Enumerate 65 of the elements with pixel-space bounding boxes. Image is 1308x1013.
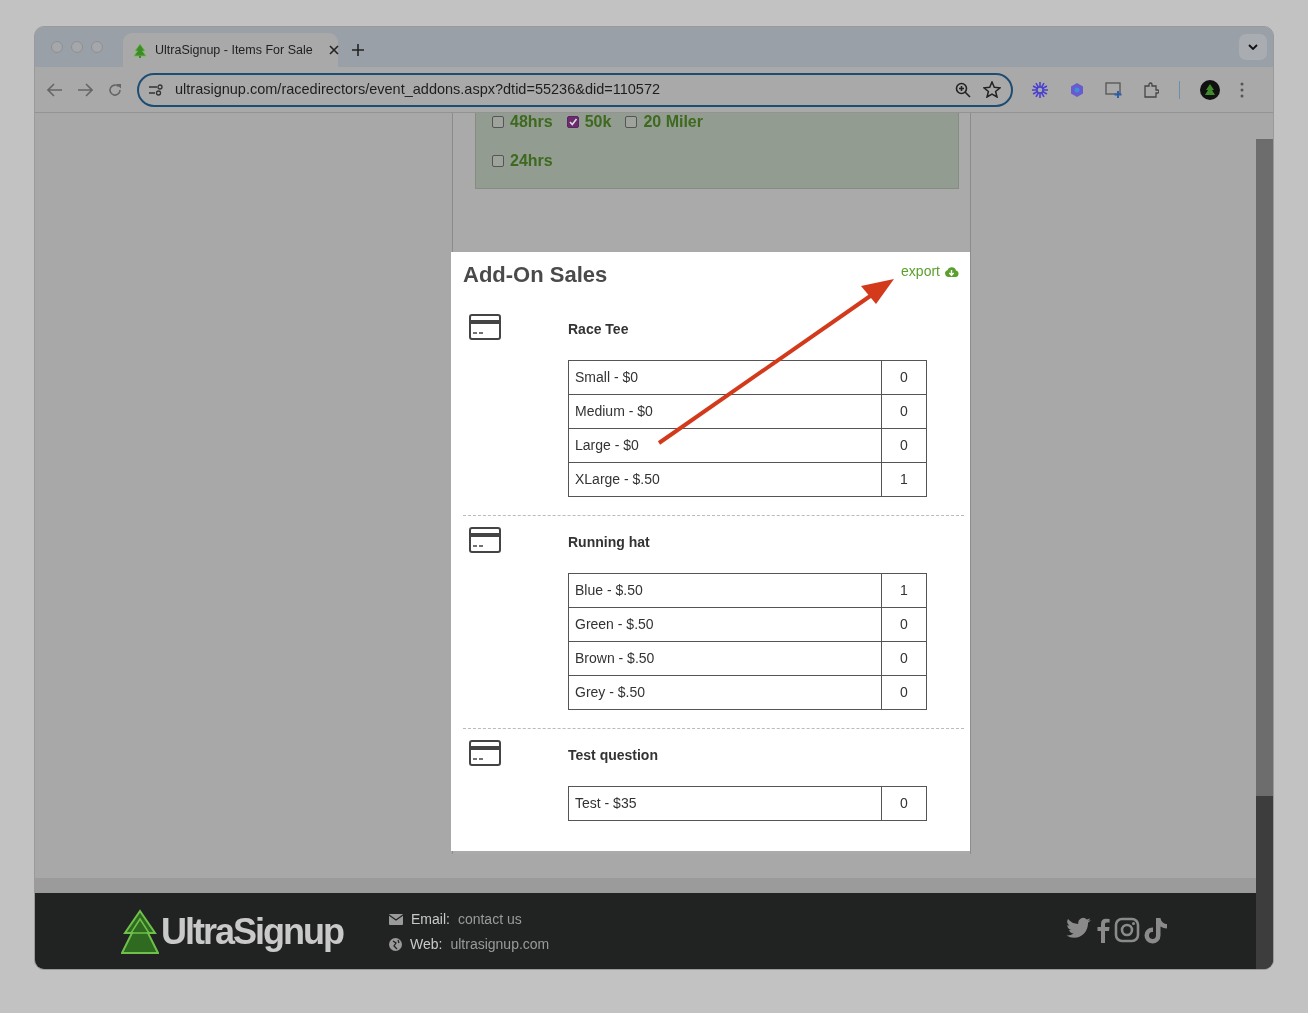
option-count: 0 [881, 360, 927, 395]
export-link[interactable]: export [901, 261, 959, 282]
hexagon-icon[interactable] [1069, 81, 1085, 98]
contact-link[interactable]: ultrasignup.com [450, 934, 550, 955]
zoom-in-icon[interactable] [955, 81, 971, 98]
item-name: Race Tee [568, 320, 630, 339]
distance-checkbox[interactable]: 20 Miler [625, 113, 703, 134]
puzzle-piece-icon[interactable] [1143, 81, 1159, 98]
option-label: Brown - $.50 [568, 641, 882, 676]
credit-card-icon [469, 314, 501, 340]
option-count: 1 [881, 573, 927, 608]
plus-icon[interactable] [352, 44, 364, 56]
distance-checkbox[interactable]: 48hrs [492, 113, 553, 134]
address-bar[interactable]: ultrasignup.com/racedirectors/event_addons.aspx?dtid=55236&did=110572 [137, 72, 1013, 107]
tree-logo-icon [121, 909, 159, 955]
item-name: Test question [568, 746, 659, 765]
bird-icon[interactable] [1066, 917, 1092, 939]
cloud-download-icon [944, 265, 959, 278]
more-menu-icon[interactable] [1240, 81, 1244, 98]
distance-checkbox[interactable]: 50k [566, 113, 612, 134]
music-note-icon[interactable] [1144, 917, 1168, 944]
panel-title: Add-On Sales [463, 262, 608, 289]
item-name: Running hat [568, 533, 651, 552]
checkmark-icon [567, 117, 578, 127]
option-count: 0 [881, 428, 927, 463]
camera-outline-icon[interactable] [1114, 917, 1140, 943]
option-count: 0 [881, 607, 927, 642]
profile-avatar-icon[interactable] [1200, 79, 1220, 100]
option-label: Green - $.50 [568, 607, 882, 642]
contact-link[interactable]: contact us [457, 909, 522, 930]
star-icon[interactable] [983, 81, 1001, 98]
letter-f-icon[interactable] [1096, 917, 1110, 943]
reload-icon[interactable] [107, 81, 123, 98]
option-count: 0 [881, 394, 927, 429]
envelope-icon [389, 914, 403, 925]
option-label: Medium - $0 [568, 394, 882, 429]
globe-icon [389, 938, 402, 951]
credit-card-icon [469, 740, 501, 766]
option-label: Grey - $.50 [568, 675, 882, 710]
forward-icon[interactable] [77, 82, 93, 97]
site-settings-icon [149, 83, 163, 96]
option-label: Blue - $.50 [568, 573, 882, 608]
burst-icon[interactable] [1031, 80, 1049, 99]
distance-checkbox[interactable]: 24hrs [492, 149, 553, 173]
browser-tab[interactable]: UltraSignup - Items For Sale [123, 33, 338, 67]
option-label: Small - $0 [568, 360, 882, 395]
back-icon[interactable] [47, 82, 63, 97]
option-label: XLarge - $.50 [568, 462, 882, 497]
tab-list-button[interactable] [1239, 34, 1267, 60]
option-label: Large - $0 [568, 428, 882, 463]
option-count: 1 [881, 462, 927, 497]
contact-label: Email: [411, 910, 450, 929]
credit-card-icon [469, 527, 501, 553]
add-to-window-icon[interactable] [1105, 81, 1123, 98]
option-count: 0 [881, 675, 927, 710]
scrollbar[interactable] [1256, 139, 1273, 969]
contact-label: Web: [410, 935, 443, 954]
url-text: ultrasignup.com/racedirectors/event_addons.aspx?dtid=55236&did=110572 [175, 79, 660, 99]
option-count: 0 [881, 641, 927, 676]
footer-logo-text: UltraSignup [161, 910, 343, 954]
close-icon[interactable] [328, 45, 339, 55]
option-label: Test - $35 [568, 786, 882, 821]
option-count: 0 [881, 786, 927, 821]
tree-logo-icon [133, 42, 147, 58]
chevron-down-icon [1248, 44, 1258, 50]
